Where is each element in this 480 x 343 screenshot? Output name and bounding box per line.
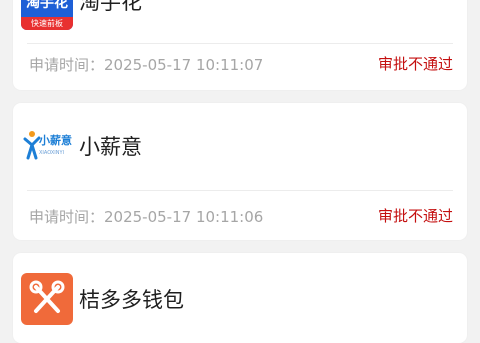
application-card[interactable]: 淘手花 快速前板 淘手花 申请时间：2025-05-17 10:11:07 审批… [13,0,467,90]
apply-time: 申请时间：2025-05-17 10:11:06 [29,208,264,226]
application-card[interactable]: 桔多多钱包 [13,253,467,343]
app-name: 桔多多钱包 [79,288,184,312]
card-footer: 申请时间：2025-05-17 10:11:07 审批不通过 [13,44,467,96]
status-rejected: 审批不通过 [377,207,453,225]
logo-text: 小薪意 [39,134,72,147]
logo-text: 淘手花 [26,0,68,11]
app-logo-xiaoxinyi: 小薪意 XIAOXINYI [21,120,73,172]
card-footer: 申请时间：2025-05-17 10:11:06 审批不通过 [13,191,467,243]
app-logo-taoshouhua: 淘手花 快速前板 [21,0,73,30]
apply-time: 申请时间：2025-05-17 10:11:07 [29,56,264,74]
app-logo-juduoduo [21,273,73,325]
logo-subtext: XIAOXINYI [39,150,65,156]
status-rejected: 审批不通过 [377,55,453,73]
app-name: 淘手花 [79,0,142,14]
app-name: 小薪意 [79,135,142,159]
application-card[interactable]: 小薪意 XIAOXINYI 小薪意 申请时间：2025-05-17 10:11:… [13,103,467,240]
logo-badge: 快速前板 [21,17,73,30]
crossed-tools-icon [29,280,65,313]
